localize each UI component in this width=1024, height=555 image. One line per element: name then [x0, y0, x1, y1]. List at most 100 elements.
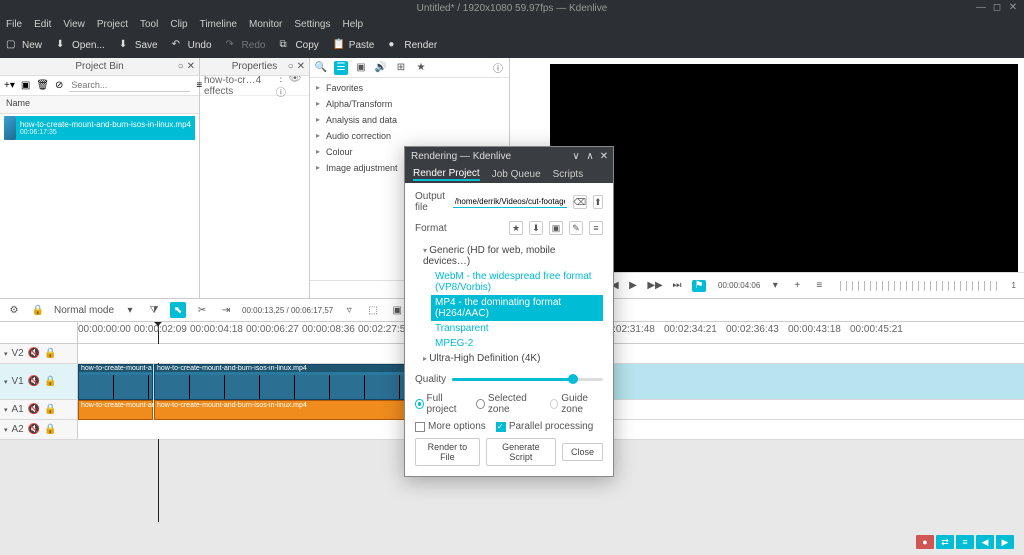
bin-search-input[interactable]	[69, 79, 190, 92]
window-close-icon[interactable]: ✕	[1008, 3, 1018, 13]
panel-close-icon[interactable]: ○ ✕	[178, 61, 195, 72]
menu-file[interactable]: File	[6, 19, 22, 30]
paste-button[interactable]: 📋Paste	[333, 39, 375, 51]
monitor-menu-icon[interactable]: ≡	[812, 280, 826, 292]
monitor-screen[interactable]	[550, 64, 1018, 272]
close-dialog-button[interactable]: Close	[562, 443, 603, 461]
video-clip[interactable]: how-to-create-mount-and	[78, 364, 153, 400]
check-parallel[interactable]	[496, 422, 506, 432]
audio-clip[interactable]: how-to-create-mount-and-burn-isos-in-lin…	[154, 400, 429, 420]
radio-selected-zone[interactable]	[476, 399, 485, 409]
effects-video-icon[interactable]: ▣	[354, 61, 368, 75]
fav-format-icon[interactable]: ★	[509, 221, 523, 235]
clip-item[interactable]: how-to-create-mount-and-burn-isos-in-lin…	[0, 114, 199, 142]
quality-slider[interactable]	[452, 378, 603, 381]
status-nav-icon[interactable]: ≡	[956, 535, 974, 549]
add-folder-icon[interactable]: ▣	[21, 80, 30, 91]
save-format-icon[interactable]: ▣	[549, 221, 563, 235]
radio-guide-zone[interactable]	[550, 399, 559, 409]
menu-project[interactable]: Project	[97, 19, 128, 30]
copy-button[interactable]: ⧉Copy	[279, 39, 318, 51]
monitor-skip-fwd-icon[interactable]: ⏭	[670, 280, 684, 292]
mute-icon[interactable]: 🔇	[28, 348, 40, 359]
tl-razor-icon[interactable]: ✂	[194, 302, 210, 318]
menu-help[interactable]: Help	[343, 19, 364, 30]
tl-select-icon[interactable]: ⬉	[170, 302, 186, 318]
new-button[interactable]: ▢New	[6, 39, 42, 51]
save-button[interactable]: ⬇Save	[119, 39, 158, 51]
monitor-ruler[interactable]	[840, 281, 999, 291]
menu-monitor[interactable]: Monitor	[249, 19, 282, 30]
effects-category[interactable]: Favorites	[316, 80, 503, 96]
tag-icon[interactable]: ⊘	[55, 80, 63, 91]
menu-edit[interactable]: Edit	[34, 19, 51, 30]
monitor-mark-icon[interactable]: ⚑	[692, 280, 706, 292]
download-format-icon[interactable]: ⬇	[529, 221, 543, 235]
delete-clip-icon[interactable]: 🗑	[36, 80, 49, 91]
edit-format-icon[interactable]: ✎	[569, 221, 583, 235]
monitor-step-icon[interactable]: ▾	[768, 280, 782, 292]
browse-path-icon[interactable]: ⬆	[593, 195, 603, 209]
format-mpeg2[interactable]: MPEG-2	[431, 336, 603, 351]
dialog-help-icon[interactable]: ∨	[571, 151, 581, 162]
tl-trim-icon[interactable]: ⧩	[146, 302, 162, 318]
monitor-add-icon[interactable]: +	[790, 280, 804, 292]
effects-custom-icon[interactable]: ⊞	[394, 61, 408, 75]
tab-render-project[interactable]: Render Project	[413, 168, 480, 181]
output-file-input[interactable]	[453, 196, 567, 208]
effects-favorite-icon[interactable]: ★	[414, 61, 428, 75]
bin-column-name[interactable]: Name	[0, 96, 199, 114]
format-tree[interactable]: Generic (HD for web, mobile devices…) We…	[415, 243, 603, 366]
video-clip[interactable]: how-to-create-mount-and-burn-isos-in-lin…	[154, 364, 429, 400]
menu-tool[interactable]: Tool	[140, 19, 158, 30]
menu-timeline[interactable]: Timeline	[200, 19, 237, 30]
format-mp4[interactable]: MP4 - the dominating format (H264/AAC)	[431, 295, 603, 321]
monitor-forward-icon[interactable]: ▶▶	[648, 280, 662, 292]
open-button[interactable]: ⬇Open...	[56, 39, 105, 51]
menu-settings[interactable]: Settings	[294, 19, 330, 30]
tl-preview-icon[interactable]: ▣	[389, 302, 405, 318]
erase-path-icon[interactable]: ⌫	[573, 195, 587, 209]
menu-clip[interactable]: Clip	[170, 19, 187, 30]
delete-format-icon[interactable]: ≡	[589, 221, 603, 235]
tl-mode[interactable]: Normal mode	[54, 305, 114, 316]
generate-script-button[interactable]: Generate Script	[486, 438, 556, 466]
effects-info-icon[interactable]: ⓘ	[491, 61, 505, 75]
tl-settings-icon[interactable]: ⚙	[6, 302, 22, 318]
add-clip-icon[interactable]: +▾	[4, 80, 15, 91]
check-more-options[interactable]	[415, 422, 425, 432]
monitor-play-icon[interactable]: ▶	[626, 280, 640, 292]
mute-icon[interactable]: 🔇	[28, 404, 40, 415]
undo-button[interactable]: ↶Undo	[172, 39, 212, 51]
tl-lock-icon[interactable]: 🔒	[30, 302, 46, 318]
radio-full-project[interactable]	[415, 399, 424, 409]
status-seq-icon[interactable]: ⇄	[936, 535, 954, 549]
window-maximize-icon[interactable]: ◻	[992, 3, 1002, 13]
panel-close-icon[interactable]: ○ ✕	[288, 61, 305, 72]
format-webm[interactable]: WebM - the widespread free format (VP8/V…	[431, 269, 603, 295]
status-red-icon[interactable]: ●	[916, 535, 934, 549]
tl-snap-icon[interactable]: ▿	[341, 302, 357, 318]
lock-icon[interactable]: 🔒	[44, 348, 56, 359]
format-group-generic[interactable]: Generic (HD for web, mobile devices…)	[415, 243, 603, 269]
audio-clip[interactable]: how-to-create-mount-and	[78, 400, 153, 420]
menu-view[interactable]: View	[63, 19, 85, 30]
effects-category[interactable]: Alpha/Transform	[316, 96, 503, 112]
effects-search-icon[interactable]: 🔍	[314, 61, 328, 75]
effects-category[interactable]: Analysis and data	[316, 112, 503, 128]
effects-audio-icon[interactable]: 🔊	[374, 61, 388, 75]
mute-icon[interactable]: 🔇	[28, 424, 40, 435]
lock-icon[interactable]: 🔒	[44, 376, 56, 387]
lock-icon[interactable]: 🔒	[44, 404, 56, 415]
render-button[interactable]: ●Render	[388, 39, 437, 51]
tl-zone-icon[interactable]: ⬚	[365, 302, 381, 318]
format-transparent[interactable]: Transparent	[431, 321, 603, 336]
dialog-close-icon[interactable]: ✕	[599, 151, 609, 162]
tab-scripts[interactable]: Scripts	[553, 169, 584, 180]
mute-icon[interactable]: 🔇	[28, 376, 40, 387]
effects-category[interactable]: Audio correction	[316, 128, 503, 144]
redo-button[interactable]: ↷Redo	[226, 39, 266, 51]
window-minimize-icon[interactable]: —	[976, 3, 986, 13]
render-to-file-button[interactable]: Render to File	[415, 438, 480, 466]
status-left-icon[interactable]: ◀	[976, 535, 994, 549]
